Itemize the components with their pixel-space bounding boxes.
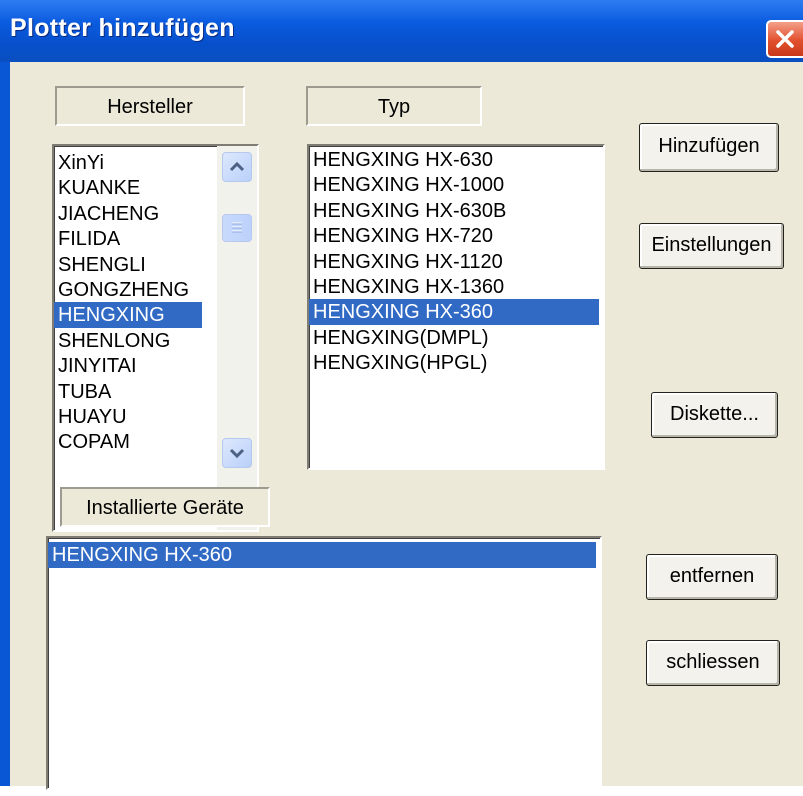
manufacturer-label: Hersteller [55, 86, 245, 126]
scroll-down-button[interactable] [222, 438, 252, 468]
list-item[interactable]: HUAYU [54, 404, 202, 430]
list-item[interactable]: KUANKE [54, 175, 202, 201]
close-button[interactable]: schliessen [646, 640, 780, 686]
list-item[interactable]: SHENGLI [54, 252, 202, 278]
manufacturer-listbox[interactable]: XinYi KUANKE JIACHENG FILIDA SHENGLI GONGZHEN… [52, 144, 259, 532]
list-item[interactable]: JIACHENG [54, 201, 202, 227]
close-window-button[interactable] [766, 20, 803, 58]
title-bar[interactable]: Plotter hinzufügen [0, 0, 803, 62]
installed-devices-listbox[interactable]: HENGXING HX-360 [46, 536, 602, 790]
list-item[interactable]: HENGXING [54, 302, 202, 329]
type-listbox[interactable]: HENGXING HX-630 HENGXING HX-1000 HENGXING … [307, 144, 605, 470]
scroll-thumb[interactable] [222, 214, 252, 242]
list-item[interactable]: HENGXING HX-630B [309, 198, 599, 224]
list-item[interactable]: SHENLONG [54, 328, 202, 354]
dialog-client-area: Hersteller Typ XinYi KUANKE JIACHENG FILIDA… [10, 62, 803, 790]
scroll-up-button[interactable] [222, 152, 252, 182]
list-item[interactable]: HENGXING HX-360 [48, 542, 596, 568]
settings-button[interactable]: Einstellungen [639, 223, 784, 269]
list-item[interactable]: HENGXING(DMPL) [309, 325, 599, 351]
window-left-frame [0, 62, 10, 786]
installed-devices-label: Installierte Geräte [60, 487, 270, 527]
close-x-icon [776, 30, 794, 48]
type-label: Typ [306, 86, 482, 126]
list-item[interactable]: HENGXING HX-1360 [309, 274, 599, 300]
list-item[interactable]: TUBA [54, 379, 202, 405]
list-item[interactable]: FILIDA [54, 226, 202, 252]
list-item[interactable]: COPAM [54, 429, 202, 455]
remove-button[interactable]: entfernen [646, 554, 778, 600]
list-item[interactable]: HENGXING HX-1000 [309, 172, 599, 198]
disk-button[interactable]: Diskette... [651, 392, 778, 438]
scroll-thumb-grip-icon [232, 222, 242, 233]
add-button[interactable]: Hinzufügen [639, 123, 779, 172]
dialog-window: Plotter hinzufügen Hersteller Typ XinYi K… [0, 0, 803, 796]
list-item[interactable]: HENGXING HX-720 [309, 223, 599, 249]
manufacturer-scrollbar[interactable] [217, 146, 257, 530]
list-item[interactable]: JINYITAI [54, 353, 202, 379]
chevron-down-icon [229, 448, 245, 459]
window-title: Plotter hinzufügen [10, 14, 235, 42]
list-item[interactable]: HENGXING HX-360 [309, 299, 599, 326]
chevron-up-icon [229, 161, 245, 172]
list-item[interactable]: GONGZHENG [54, 277, 202, 303]
list-item[interactable]: XinYi [54, 150, 202, 176]
list-item[interactable]: HENGXING HX-1120 [309, 249, 599, 275]
list-item[interactable]: HENGXING HX-630 [309, 147, 599, 173]
list-item[interactable]: HENGXING(HPGL) [309, 350, 599, 376]
